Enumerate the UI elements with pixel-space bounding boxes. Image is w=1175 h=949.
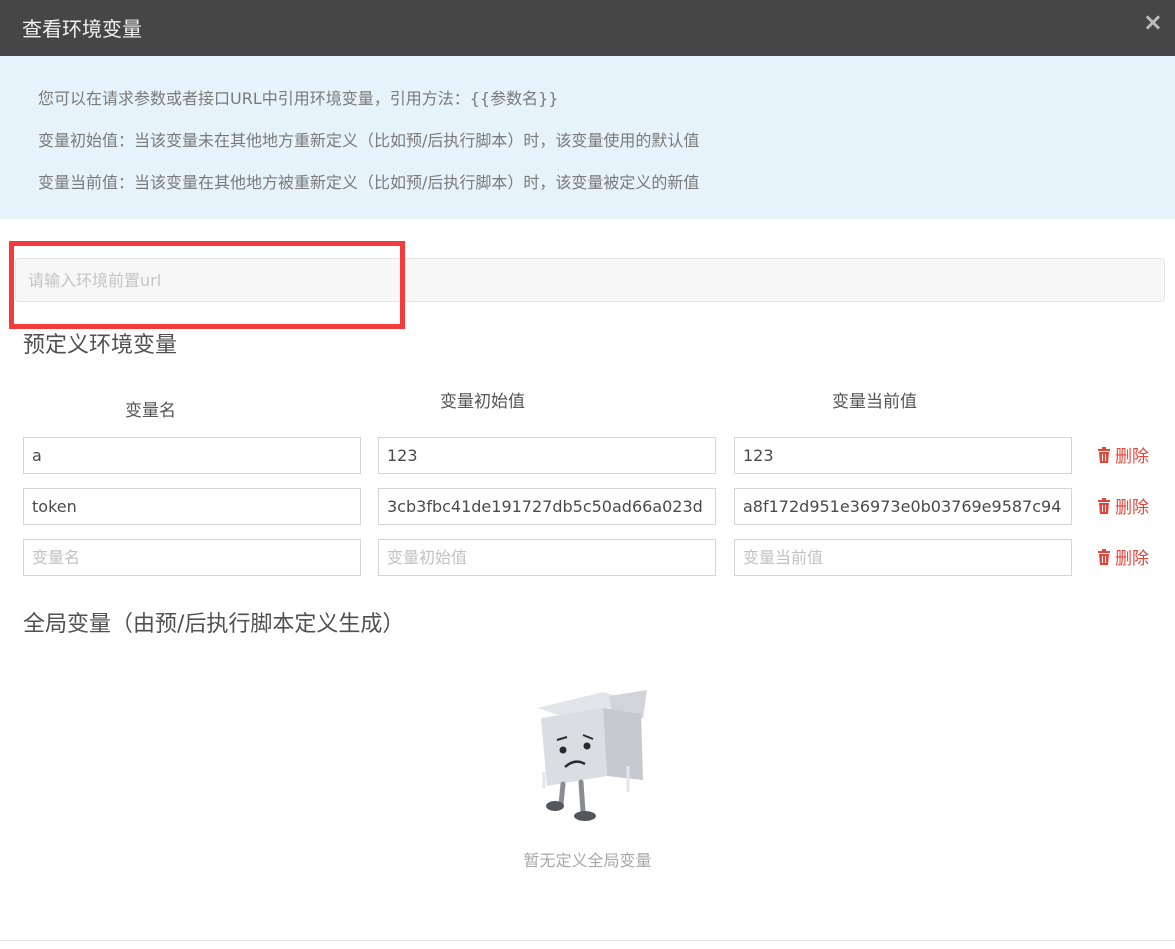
variable-current-input[interactable] (734, 437, 1072, 474)
modal-header: 查看环境变量 × (0, 0, 1175, 56)
env-url-input[interactable] (15, 258, 1165, 302)
variable-initial-input[interactable] (378, 539, 716, 576)
variable-name-input[interactable] (23, 437, 361, 474)
trash-icon (1098, 548, 1110, 565)
variable-initial-input[interactable] (378, 488, 716, 525)
delete-button[interactable]: 删除 (1097, 493, 1149, 518)
column-header-current: 变量当前值 (832, 392, 917, 412)
delete-button[interactable]: 删除 (1097, 442, 1149, 467)
delete-label: 删除 (1115, 447, 1149, 467)
variable-name-input[interactable] (23, 539, 361, 576)
variable-initial-input[interactable] (378, 437, 716, 474)
close-icon[interactable]: × (1143, 8, 1163, 36)
empty-box-illustration (525, 688, 655, 828)
column-header-initial: 变量初始值 (440, 392, 525, 412)
trash-icon (1098, 497, 1110, 514)
info-line: 变量初始值：当该变量未在其他地方重新定义（比如预/后执行脚本）时，该变量使用的默… (38, 131, 700, 150)
info-line: 变量当前值：当该变量在其他地方被重新定义（比如预/后执行脚本）时，该变量被定义的… (38, 173, 700, 192)
variable-name-input[interactable] (23, 488, 361, 525)
variable-current-input[interactable] (734, 488, 1072, 525)
global-section-title: 全局变量（由预/后执行脚本定义生成） (23, 612, 405, 637)
trash-icon (1098, 446, 1110, 463)
modal-title: 查看环境变量 (22, 17, 142, 41)
delete-label: 删除 (1115, 549, 1149, 569)
info-line: 您可以在请求参数或者接口URL中引用环境变量，引用方法：{{参数名}} (38, 89, 559, 108)
predefined-section-title: 预定义环境变量 (23, 333, 178, 358)
variable-current-input[interactable] (734, 539, 1072, 576)
footer-divider (0, 940, 1175, 941)
info-box: 您可以在请求参数或者接口URL中引用环境变量，引用方法：{{参数名}} 变量初始… (0, 56, 1175, 219)
delete-button[interactable]: 删除 (1097, 544, 1149, 569)
empty-state-text: 暂无定义全局变量 (523, 851, 652, 870)
column-header-name: 变量名 (125, 401, 176, 421)
delete-label: 删除 (1115, 498, 1149, 518)
